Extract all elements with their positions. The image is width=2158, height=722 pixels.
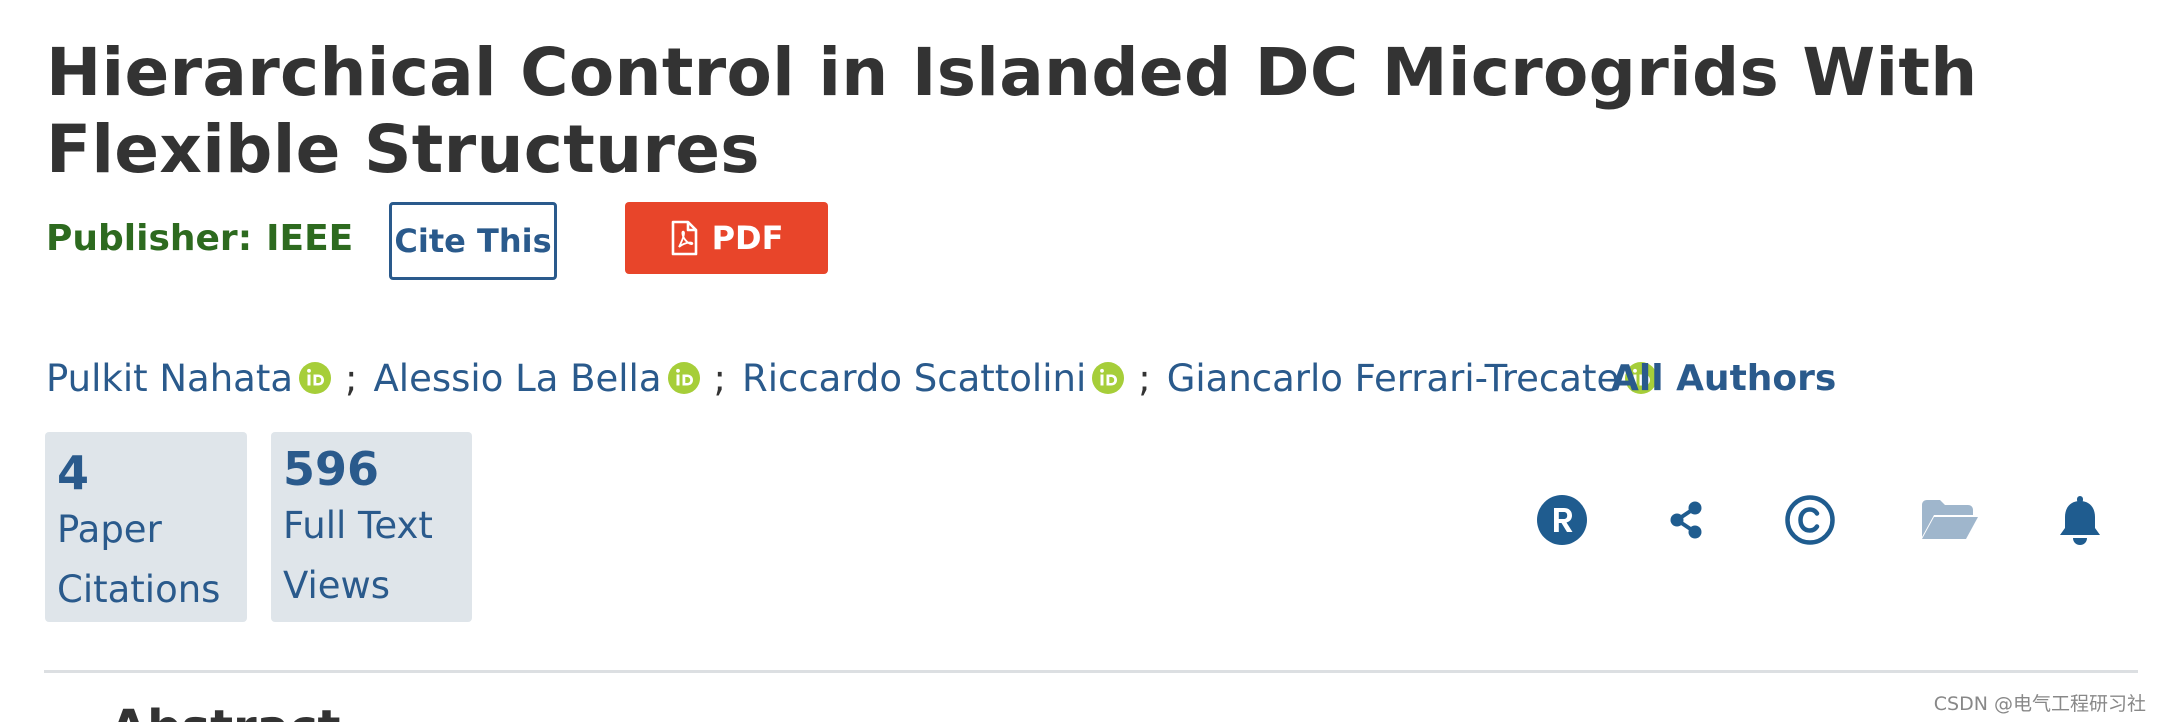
orcid-icon[interactable] xyxy=(299,362,332,394)
copyright-button[interactable] xyxy=(1782,492,1838,548)
views-label: Full Text Views xyxy=(283,504,433,607)
author-list: Pulkit Nahata ; Alessio La Bella ; Ricca… xyxy=(46,350,1658,406)
cite-this-button[interactable]: Cite This xyxy=(389,202,557,280)
author-link[interactable]: Riccardo Scattolini xyxy=(742,357,1086,400)
all-authors-link[interactable]: All Authors xyxy=(1611,350,1836,406)
article-page: Hierarchical Control in Islanded DC Micr… xyxy=(0,0,2158,722)
views-count: 596 xyxy=(283,442,380,496)
pdf-button[interactable]: PDF xyxy=(625,202,828,274)
author-separator: ; xyxy=(713,356,726,400)
author-link[interactable]: Pulkit Nahata xyxy=(46,357,293,400)
orcid-icon[interactable] xyxy=(1092,362,1125,394)
author-separator: ; xyxy=(1138,356,1151,400)
share-icon xyxy=(1670,501,1702,539)
bell-icon xyxy=(2060,496,2100,545)
full-text-views-metric[interactable]: 596 Full Text Views xyxy=(271,432,472,622)
save-to-folder-button[interactable] xyxy=(1918,492,1982,548)
pdf-file-icon xyxy=(671,220,697,256)
section-divider xyxy=(44,670,2138,673)
citations-label: Paper Citations xyxy=(57,508,221,611)
abstract-heading: Abstract xyxy=(110,700,340,722)
rights-permissions-button[interactable] xyxy=(1534,492,1590,548)
rights-icon xyxy=(1537,495,1587,545)
share-button[interactable] xyxy=(1658,492,1714,548)
folder-icon xyxy=(1922,500,1978,539)
orcid-icon[interactable] xyxy=(667,362,700,394)
publisher-value: IEEE xyxy=(266,218,354,259)
citations-count: 4 xyxy=(57,446,90,500)
author-link[interactable]: Alessio La Bella xyxy=(374,357,662,400)
pdf-button-label: PDF xyxy=(711,219,784,257)
author-separator: ; xyxy=(345,356,358,400)
author-link[interactable]: Giancarlo Ferrari-Trecate xyxy=(1167,357,1620,400)
paper-citations-metric[interactable]: 4 Paper Citations xyxy=(45,432,247,622)
article-title: Hierarchical Control in Islanded DC Micr… xyxy=(46,34,1978,188)
publisher-line: Publisher: IEEE xyxy=(46,218,353,259)
watermark: CSDN @电气工程研习社 xyxy=(1933,693,2146,715)
publisher-label: Publisher: xyxy=(46,218,253,259)
copyright-icon xyxy=(1785,495,1835,545)
alerts-button[interactable] xyxy=(2052,492,2108,548)
